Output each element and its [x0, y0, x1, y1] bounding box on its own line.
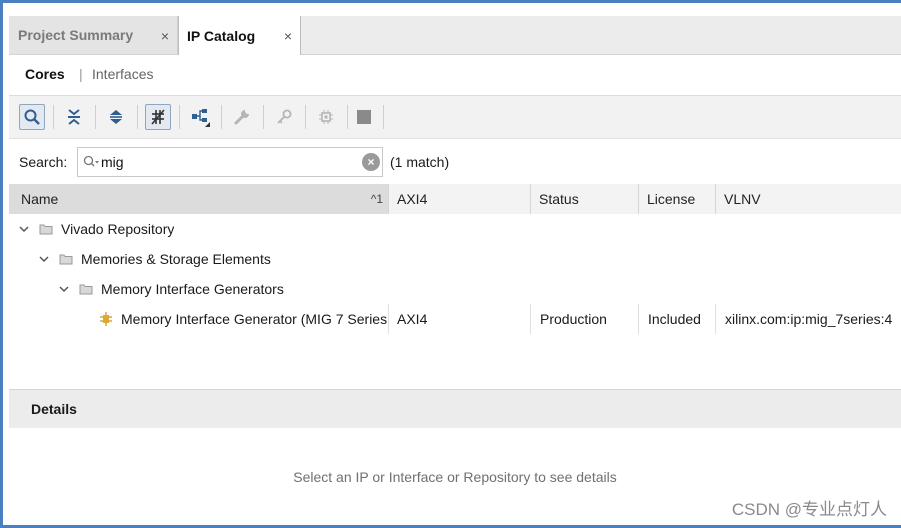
tab-ip-catalog-label: IP Catalog: [187, 27, 256, 44]
folder-icon: [59, 254, 73, 265]
watermark: CSDN @专业点灯人: [731, 500, 887, 519]
hierarchy-button[interactable]: [187, 104, 213, 130]
ip-core-icon: [100, 312, 112, 326]
column-header-status[interactable]: Status: [531, 184, 639, 214]
column-header-name-label: Name: [21, 191, 59, 207]
search-label: Search:: [19, 154, 68, 170]
details-header: Details: [9, 389, 901, 428]
search-toggle-button[interactable]: [19, 104, 45, 130]
table-header: Name ^1 AXI4 Status License VLNV: [9, 184, 901, 215]
sort-indicator: ^1: [370, 192, 383, 206]
stop-button[interactable]: [351, 104, 377, 130]
stop-icon: [357, 110, 371, 124]
match-count: (1 match): [390, 154, 450, 170]
row-name: Vivado Repository: [61, 221, 175, 237]
customize-ip-button[interactable]: [229, 104, 255, 130]
row-name: Memories & Storage Elements: [81, 251, 271, 267]
close-icon[interactable]: ×: [284, 28, 292, 44]
table-row[interactable]: Memory Interface Generator (MIG 7 Series…: [9, 304, 901, 335]
row-license: Included: [648, 311, 701, 327]
ip-settings-button[interactable]: [313, 104, 339, 130]
search-row: Search: × (1 match): [9, 140, 901, 182]
row-name: Memory Interface Generators: [101, 281, 284, 297]
column-header-axi4[interactable]: AXI4: [389, 184, 531, 214]
table-empty-area: [9, 334, 901, 388]
search-input[interactable]: [101, 152, 356, 172]
row-axi4: AXI4: [397, 311, 428, 327]
table-row[interactable]: Memory Interface Generators: [9, 274, 901, 305]
tab-project-summary[interactable]: Project Summary ×: [9, 16, 178, 54]
subtab-cores[interactable]: Cores: [25, 66, 65, 82]
chevron-down-icon[interactable]: [57, 282, 71, 296]
close-icon[interactable]: ×: [161, 28, 169, 44]
subtab-interfaces[interactable]: Interfaces: [92, 66, 153, 82]
row-name: Memory Interface Generator (MIG 7 Series…: [121, 311, 387, 327]
folder-icon: [39, 224, 53, 235]
expand-all-button[interactable]: [103, 104, 129, 130]
folder-icon: [79, 284, 93, 295]
subtab-separator: |: [79, 66, 83, 82]
column-header-name[interactable]: Name ^1: [9, 184, 389, 214]
collapse-all-icon: [68, 109, 80, 125]
tab-bar: Project Summary × IP Catalog ×: [9, 16, 901, 55]
column-header-vlnv[interactable]: VLNV: [716, 184, 901, 214]
hierarchy-icon: [192, 109, 210, 127]
expand-all-icon: [110, 110, 122, 124]
chevron-down-icon[interactable]: [17, 222, 31, 236]
toolbar: [9, 96, 901, 139]
search-box[interactable]: ×: [77, 147, 383, 177]
filter-icon: [151, 109, 165, 125]
row-vlnv: xilinx.com:ip:mig_7series:4: [725, 311, 893, 327]
license-button[interactable]: [271, 104, 297, 130]
tab-project-summary-label: Project Summary: [18, 27, 134, 43]
subtab-bar: Cores | Interfaces: [9, 55, 901, 96]
search-icon: [24, 109, 40, 125]
key-icon: [277, 109, 292, 124]
search-icon: [83, 155, 99, 167]
chevron-down-icon[interactable]: [37, 252, 51, 266]
wrench-icon: [234, 110, 249, 125]
filter-button[interactable]: [145, 104, 171, 130]
details-title: Details: [31, 401, 77, 417]
table-row[interactable]: Memories & Storage Elements: [9, 244, 901, 275]
chip-icon: [319, 110, 333, 124]
table-row[interactable]: Vivado Repository: [9, 214, 901, 245]
clear-icon[interactable]: ×: [362, 153, 380, 171]
details-placeholder-message: Select an IP or Interface or Repository …: [293, 469, 617, 485]
tab-ip-catalog[interactable]: IP Catalog ×: [178, 16, 301, 55]
row-status: Production: [540, 311, 607, 327]
column-header-license[interactable]: License: [639, 184, 716, 214]
collapse-all-button[interactable]: [61, 104, 87, 130]
